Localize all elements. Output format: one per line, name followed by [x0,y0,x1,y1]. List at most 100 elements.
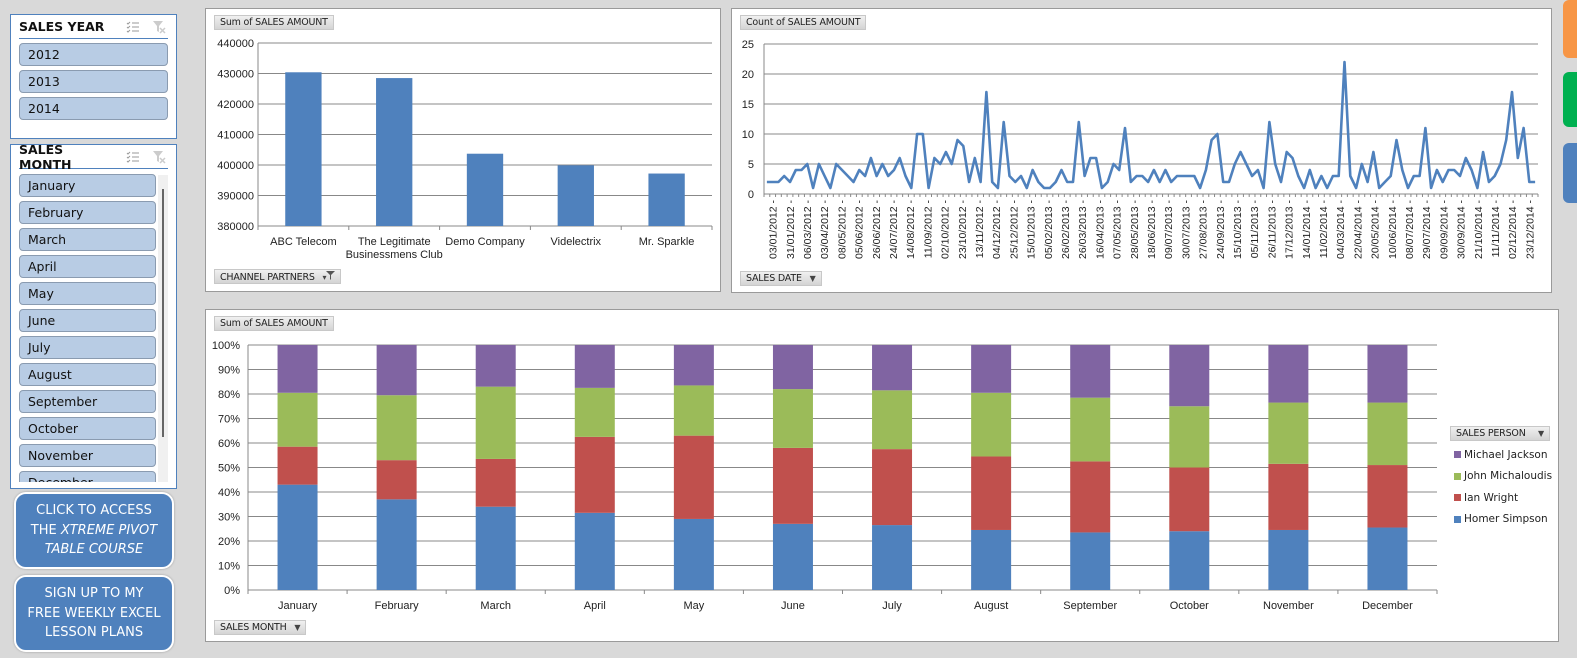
xtreme-pivot-course-button[interactable]: CLICK TO ACCESS THE XTREME PIVOT TABLE C… [14,492,174,569]
slicer-title: SALES YEAR [19,19,105,34]
axis-field-button[interactable]: SALES MONTH ▼ [214,620,307,635]
x-tick-label: 24/07/2012 - [888,200,900,259]
stacked-segment [574,345,615,388]
slicer-item-april[interactable]: April [19,255,156,278]
value-field-button[interactable]: Sum of SALES AMOUNT [214,15,334,30]
x-tick-label: 08/07/2014 - [1404,200,1416,259]
x-tick-label: 26/06/2012 - [871,200,883,259]
stacked-segment [277,484,318,590]
x-tick-label: 03/01/2012 - [768,200,780,259]
legend-field-label: SALES PERSON [1456,428,1526,439]
sales-month-stacked-chart[interactable]: Sum of SALES AMOUNT 0% 10% 20% 30% 40% 50% 60%… [205,309,1559,642]
y-tick-label: 15 [742,99,754,111]
stacked-segment [1268,463,1309,530]
slicer-scrollbar[interactable] [158,175,168,482]
y-tick-label: 430000 [217,69,254,81]
slicer-item-march[interactable]: March [19,228,156,251]
y-tick-label: 100% [212,340,240,352]
dropdown-arrow-icon: ▼ [809,274,816,283]
x-tick-label: 15/01/2013 - [1026,200,1038,259]
stacked-segment [772,389,813,448]
slicer-item-june[interactable]: June [19,309,156,332]
blue-tab[interactable] [1563,143,1577,203]
slicer-item-january[interactable]: January [19,174,156,197]
slicer-item-february[interactable]: February [19,201,156,224]
legend-item: Homer Simpson [1454,509,1552,531]
slicer-item-2013[interactable]: 2013 [19,70,168,93]
x-tick-label: 20/05/2014 - [1370,200,1382,259]
slicer-item-november[interactable]: November [19,444,156,467]
stacked-segment [673,518,714,590]
channel-partners-chart[interactable]: Sum of SALES AMOUNT 380000 390000 400000 41… [205,8,721,292]
slicer-item-2012[interactable]: 2012 [19,43,168,66]
stacked-segment [475,345,516,387]
x-tick-label: 28/05/2013 - [1129,200,1141,259]
multi-select-icon[interactable] [124,18,142,36]
month-list: January February March April May June Ju… [11,170,176,482]
x-tick-label: 11/11/2014 - [1490,200,1502,258]
x-tick-label: 15/10/2013 - [1232,200,1244,259]
slicer-item-may[interactable]: May [19,282,156,305]
axis-field-button[interactable]: CHANNEL PARTNERS ▾ [214,269,342,284]
legend-label: Homer Simpson [1464,513,1548,526]
x-tick-label: 26/03/2013 - [1077,200,1089,259]
count-line [766,60,1536,190]
stacked-segment [971,456,1012,530]
x-tick-label: Videlectrix [551,236,602,248]
x-tick-label: 05/02/2013 - [1043,200,1055,259]
stacked-segment [772,447,813,524]
clear-filter-icon[interactable] [150,148,168,166]
x-tick-label: September [1063,600,1117,612]
legend-field-button[interactable]: SALES PERSON ▼ [1450,426,1550,441]
dropdown-arrow-icon: ▼ [294,623,301,632]
slicer-item-october[interactable]: October [19,417,156,440]
x-tick-label: 22/04/2014 - [1352,200,1364,259]
y-tick-label: 20% [218,536,240,548]
slicer-item-2014[interactable]: 2014 [19,97,168,120]
orange-tab[interactable] [1563,0,1577,58]
filter-icon: ▾ [323,271,336,284]
sales-date-line-chart[interactable]: Count of SALES AMOUNT 0 5 10 15 20 25 03/01/20… [731,8,1552,293]
x-tick-label: 09/09/2014 - [1438,200,1450,259]
y-tick-label: 410000 [217,130,254,142]
value-field-button[interactable]: Count of SALES AMOUNT [740,15,867,30]
legend-swatch [1454,451,1461,459]
scrollbar-thumb[interactable] [162,189,164,437]
slicer-item-july[interactable]: July [19,336,156,359]
stacked-segment [1070,532,1111,590]
x-tick-label: 08/05/2012 - [836,200,848,259]
multi-select-icon[interactable] [124,148,142,166]
x-tick-label: 21/10/2014 - [1473,200,1485,259]
stacked-segment [1169,345,1210,407]
slicer-item-august[interactable]: August [19,363,156,386]
x-tick-label: 18/06/2013 - [1146,200,1158,259]
legend-label: Michael Jackson [1464,448,1548,461]
axis-field-button[interactable]: SALES DATE ▼ [740,271,822,286]
x-tick-label: ABC Telecom [270,236,336,248]
y-tick-label: 90% [218,365,240,377]
x-tick-label: 31/01/2012 - [785,200,797,259]
weekly-lesson-signup-button[interactable]: SIGN UP TO MY FREE WEEKLY EXCEL LESSON P… [14,575,174,652]
green-tab[interactable] [1563,72,1577,127]
cta-line: TABLE COURSE [45,540,143,560]
x-tick-label: 17/12/2013 - [1284,200,1296,259]
bar [376,78,413,226]
y-tick-label: 0% [224,585,240,597]
stacked-segment [1367,527,1408,590]
value-field-button[interactable]: Sum of SALES AMOUNT [214,316,334,331]
stacked-segment [376,499,417,590]
stacked-segment [277,345,318,393]
stacked-segment [1268,345,1309,403]
x-tick-label: 30/09/2014 - [1456,200,1468,259]
slicer-item-december[interactable]: December [19,471,156,482]
stacked-segment [1169,406,1210,468]
stacked-segment [772,523,813,590]
stacked-segment [1367,402,1408,466]
clear-filter-icon[interactable] [150,18,168,36]
stacked-segment [1070,345,1111,398]
x-tick-label: 05/11/2013 - [1249,199,1261,258]
legend-item: Ian Wright [1454,487,1552,509]
slicer-item-september[interactable]: September [19,390,156,413]
x-tick-label: 05/06/2012 - [854,200,866,259]
y-tick-label: 380000 [217,221,254,233]
